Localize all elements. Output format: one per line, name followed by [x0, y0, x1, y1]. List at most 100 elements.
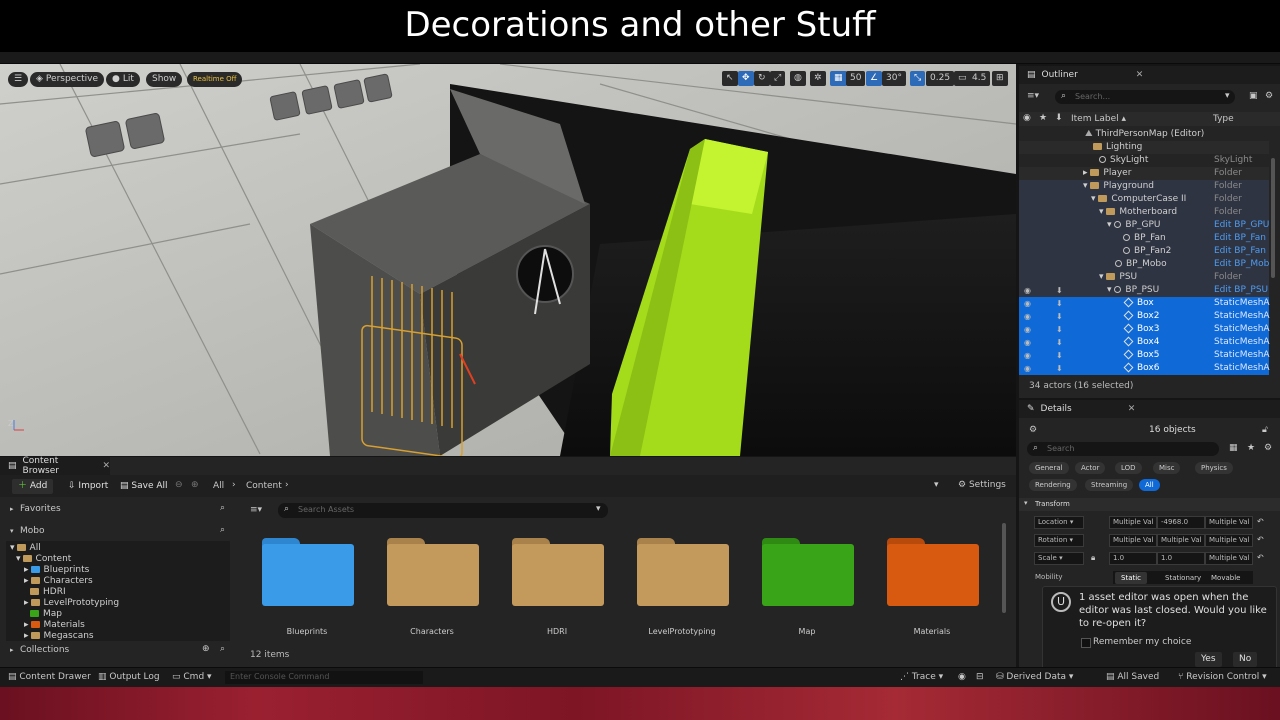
outliner-row[interactable]: ▾ BP_GPU Edit BP_GPU: [1019, 219, 1269, 232]
mobility-movable[interactable]: Movable: [1205, 572, 1246, 584]
perspective-button[interactable]: ◈ Perspective: [30, 72, 105, 87]
location-mode-dropdown[interactable]: Location ▾: [1034, 516, 1084, 529]
outliner-row-selected[interactable]: ◉ ⬇ Box5 StaticMeshA: [1019, 349, 1270, 362]
scale-snap-icon[interactable]: ⤡: [910, 71, 926, 86]
rotation-y-field[interactable]: Multiple Val: [1157, 534, 1205, 547]
outliner-row[interactable]: ▾ Motherboard Folder: [1019, 206, 1269, 219]
tree-item-characters[interactable]: ▸ Characters: [24, 576, 93, 586]
asset-folder-map[interactable]: Map: [757, 538, 857, 648]
pin-icon[interactable]: ⬇: [1056, 349, 1063, 362]
cmd-dropdown[interactable]: ▭ Cmd ▾: [172, 672, 212, 682]
gear-icon[interactable]: ⚙: [1264, 443, 1272, 453]
filter-streaming[interactable]: Streaming: [1085, 479, 1134, 491]
search-icon[interactable]: ⌕: [220, 503, 225, 513]
scale-mode-dropdown[interactable]: Scale ▾: [1034, 552, 1084, 565]
edit-blueprint-link[interactable]: Edit BP_GPU: [1214, 219, 1269, 232]
rotate-tool-icon[interactable]: ↻: [754, 71, 770, 86]
lock-icon[interactable]: 🔒︎: [1091, 553, 1095, 563]
camera-speed-value[interactable]: 4.5: [968, 71, 991, 86]
tree-item-materials[interactable]: ▸ Materials: [24, 620, 85, 630]
rotation-x-field[interactable]: Multiple Val: [1109, 534, 1157, 547]
pin-icon[interactable]: ⬇: [1056, 362, 1063, 375]
outliner-row-selected[interactable]: ◉ ⬇ Box2 StaticMeshA: [1019, 310, 1270, 323]
add-collection-icon[interactable]: ⊕: [202, 644, 210, 654]
mobility-static[interactable]: Static: [1115, 572, 1148, 584]
search-icon[interactable]: ⌕: [220, 644, 225, 654]
gear-icon[interactable]: ⚙: [1265, 91, 1273, 101]
details-search-input[interactable]: ⌕ Search: [1027, 442, 1219, 456]
asset-folder-levelprototyping[interactable]: LevelPrototyping: [632, 538, 732, 648]
visibility-icon[interactable]: ◉: [1024, 336, 1031, 349]
select-tool-icon[interactable]: ↖: [722, 71, 738, 86]
close-icon[interactable]: ✕: [102, 461, 110, 471]
outliner-scrollbar[interactable]: [1271, 158, 1275, 278]
table-view-icon[interactable]: ▦: [1229, 443, 1238, 453]
location-y-field[interactable]: -4968.0: [1157, 516, 1205, 529]
remember-choice-checkbox[interactable]: [1081, 638, 1091, 648]
outliner-row-selected[interactable]: ◉ ⬇ Box4 StaticMeshA: [1019, 336, 1270, 349]
outliner-row[interactable]: ◉ ⬇ ▾ BP_PSU Edit BP_PSU: [1019, 284, 1269, 297]
derived-data-dropdown[interactable]: ⛁ Derived Data ▾: [996, 672, 1073, 682]
scale-y-field[interactable]: 1.0: [1157, 552, 1205, 565]
world-space-icon[interactable]: ◍: [790, 71, 806, 86]
outliner-row[interactable]: BP_Fan Edit BP_Fan: [1019, 232, 1269, 245]
outliner-row[interactable]: SkyLight SkyLight: [1019, 154, 1269, 167]
console-input[interactable]: Enter Console Command: [225, 671, 423, 684]
filter-all[interactable]: All: [1139, 479, 1160, 491]
tree-item-blueprints[interactable]: ▸ Blueprints: [24, 565, 89, 575]
lock-icon[interactable]: 🔓︎: [1262, 425, 1268, 435]
outliner-row[interactable]: ⛰ ThirdPersonMap (Editor): [1019, 128, 1269, 141]
asset-search-input[interactable]: ⌕ Search Assets ▾: [278, 503, 608, 518]
tree-item-all[interactable]: ▾ All: [10, 543, 41, 553]
star-icon[interactable]: ★: [1247, 443, 1255, 453]
asset-folder-hdri[interactable]: HDRI: [507, 538, 607, 648]
filter-physics[interactable]: Physics: [1195, 462, 1233, 474]
breadcrumb-content[interactable]: Content: [246, 481, 282, 491]
rotation-z-field[interactable]: Multiple Val: [1205, 534, 1253, 547]
filter-general[interactable]: General: [1029, 462, 1069, 474]
outliner-row[interactable]: BP_Fan2 Edit BP_Fan: [1019, 245, 1269, 258]
asset-folder-materials[interactable]: Materials: [882, 538, 982, 648]
favorites-header[interactable]: ▸ Favorites ⌕: [6, 503, 238, 517]
visibility-icon[interactable]: ◉: [1024, 323, 1031, 336]
realtime-off-badge[interactable]: Realtime Off: [187, 72, 243, 87]
no-button[interactable]: No: [1233, 652, 1258, 667]
reset-icon[interactable]: ↶: [1257, 553, 1264, 562]
filter-icon[interactable]: ≡▾: [250, 505, 262, 515]
outliner-row[interactable]: ▾ Playground Folder: [1019, 180, 1269, 193]
outliner-row[interactable]: BP_Mobo Edit BP_Mob: [1019, 258, 1269, 271]
pin-icon[interactable]: ⬇: [1056, 323, 1063, 336]
scale-x-field[interactable]: 1.0: [1109, 552, 1157, 565]
reset-icon[interactable]: ↶: [1257, 517, 1264, 526]
angle-snap-value[interactable]: 30°: [882, 71, 906, 86]
forward-icon[interactable]: ⊕: [191, 480, 199, 490]
outliner-tab[interactable]: ▤ Outliner ✕: [1019, 66, 1280, 84]
breadcrumb-all[interactable]: All: [213, 481, 224, 491]
pin-icon[interactable]: ⬇: [1056, 336, 1063, 349]
visibility-icon[interactable]: ◉: [1024, 349, 1031, 362]
camera-icon[interactable]: ⊟: [976, 672, 984, 682]
settings-button[interactable]: ⚙ Settings: [958, 480, 1006, 490]
scale-snap-value[interactable]: 0.25: [926, 71, 955, 86]
visibility-icon[interactable]: ◉: [1024, 310, 1031, 323]
outliner-row[interactable]: ▾ PSU Folder: [1019, 271, 1269, 284]
surface-snap-icon[interactable]: ✲: [810, 71, 826, 86]
scale-tool-icon[interactable]: ⤢: [770, 71, 786, 86]
grid-snap-value[interactable]: 50: [846, 71, 866, 86]
tree-item-megascans[interactable]: ▸ Megascans: [24, 631, 94, 641]
tree-item-levelprototyping[interactable]: ▸ LevelPrototyping: [24, 598, 119, 608]
pin-icon[interactable]: ⬇: [1056, 297, 1063, 310]
add-folder-icon[interactable]: ▣: [1249, 91, 1258, 101]
back-icon[interactable]: ⊖: [175, 480, 183, 490]
edit-blueprint-link[interactable]: Edit BP_PSU: [1214, 284, 1268, 297]
outliner-row-selected[interactable]: ◉ ⬇ Box3 StaticMeshA: [1019, 323, 1270, 336]
asset-folder-characters[interactable]: Characters: [382, 538, 482, 648]
record-icon[interactable]: ◉: [958, 672, 966, 682]
close-icon[interactable]: ✕: [1128, 404, 1136, 414]
pin-icon[interactable]: ⬇: [1056, 310, 1063, 323]
outliner-row-selected[interactable]: ◉ ⬇ Box6 StaticMeshA: [1019, 362, 1270, 375]
translate-tool-icon[interactable]: ✥: [738, 71, 754, 86]
show-button[interactable]: Show: [146, 72, 183, 87]
location-z-field[interactable]: Multiple Val: [1205, 516, 1253, 529]
project-header[interactable]: ▾ Mobo ⌕: [6, 525, 238, 539]
